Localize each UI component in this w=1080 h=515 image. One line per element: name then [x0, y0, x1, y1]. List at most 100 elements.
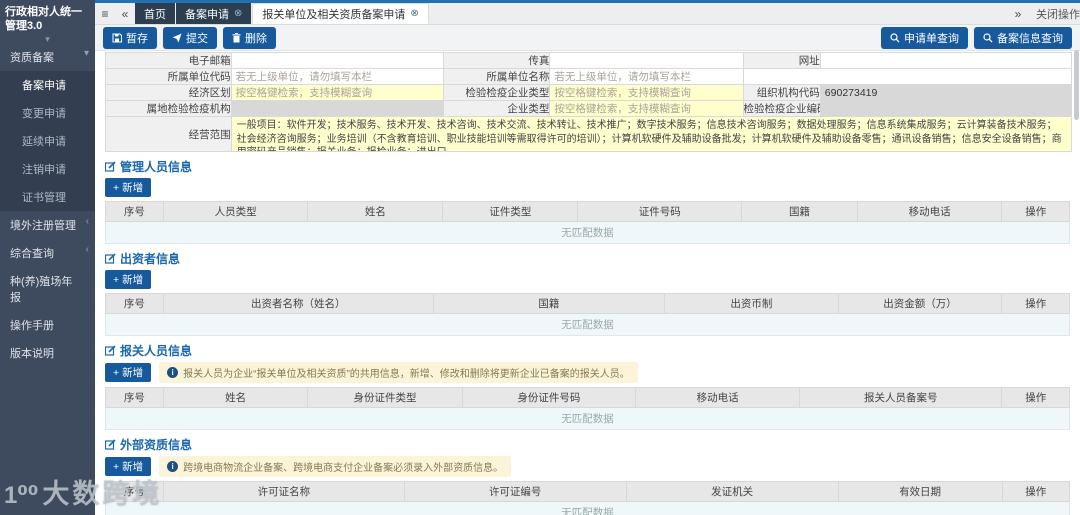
sidebar-item-banben-shuoming[interactable]: 版本说明	[0, 339, 95, 367]
section-title: 管理人员信息	[120, 160, 193, 174]
section-licenses: 外部资质信息 + 新增 i 跨境电商物流企业备案、跨境电商支付企业备案必须录入外部资…	[105, 436, 1070, 515]
business-scope-field[interactable]: 一般项目：软件开发；技术服务、技术开发、技术咨询、技术交流、技术转让、技术推广；…	[231, 117, 1071, 151]
ciq-type-label: 检验检疫企业类型	[443, 84, 551, 101]
col-header: 国籍	[432, 293, 666, 314]
sidebar-item-biangeng-shenqing[interactable]: 变更申请	[0, 99, 95, 127]
application-query-button[interactable]: 申请单查询	[881, 26, 968, 49]
no-data-row: 无匹配数据	[105, 221, 1070, 244]
save-draft-button[interactable]: 暂存	[103, 26, 157, 49]
sidebar-item-label: 备案申请	[22, 79, 66, 92]
tab-beian-shenqing[interactable]: 备案申请 ⊗	[176, 3, 252, 24]
close-operations-dropdown[interactable]: 关闭操作	[1036, 6, 1080, 22]
section-investors: 出资者信息 + 新增 序号 出资者名称（姓名） 国籍 出资币制 出资金额（万） 操…	[105, 250, 1070, 336]
sidebar-item-label: 注销申请	[22, 163, 66, 176]
org-code-field	[820, 85, 1071, 100]
website-field[interactable]	[820, 53, 1071, 68]
sidebar-item-jingwai-zhuce[interactable]: 境外注册管理 ‹	[0, 211, 95, 239]
add-label: 新增	[122, 461, 144, 473]
managers-table: 序号 人员类型 姓名 证件类型 证件号码 国籍 移动电话 操作 无匹配数据	[105, 201, 1070, 244]
scroll-tabs-right-icon[interactable]: »	[1008, 7, 1028, 21]
collapse-sidebar-icon[interactable]: «	[115, 3, 135, 24]
toolbar: 暂存 提交 删除 申请单查询 备案信息查询	[95, 25, 1080, 51]
info-icon: i	[167, 461, 179, 472]
delete-label: 删除	[245, 32, 267, 45]
chevron-left-icon: ‹	[85, 243, 89, 255]
col-header: 出资者名称（姓名）	[162, 293, 434, 314]
col-header: 有效日期	[837, 481, 1003, 502]
edit-section-icon	[105, 439, 116, 450]
section-title: 出资者信息	[120, 252, 181, 266]
close-icon[interactable]: ⊗	[234, 8, 242, 19]
enterprise-type-field[interactable]	[550, 101, 743, 116]
note-text: 报关人员为企业“报关单位及相关资质”的共用信息，新增、修改和删除将更新企业已备案…	[183, 369, 630, 380]
add-investor-button[interactable]: + 新增	[105, 270, 152, 289]
info-icon: i	[167, 367, 179, 378]
content-scroll-area: 电子邮箱 传真 网址 所属单位代码 所属单位名称 经济区划	[95, 52, 1080, 515]
sidebar-item-beian-shenqing[interactable]: 备案申请	[0, 71, 95, 99]
col-header: 序号	[105, 293, 164, 314]
chevron-left-icon: ‹	[85, 215, 89, 227]
edit-section-icon	[105, 253, 116, 264]
app-window: 行政相对人统一管理3.0 ▾ 资质备案 ▾ 备案申请 变更申请 延续申请 注销申…	[0, 0, 1080, 515]
delete-button[interactable]: 删除	[223, 26, 276, 49]
sidebar-item-label: 综合查询	[10, 247, 54, 260]
submit-button[interactable]: 提交	[163, 26, 217, 49]
company-info-form: 电子邮箱 传真 网址 所属单位代码 所属单位名称 经济区划	[105, 52, 1073, 152]
unit-code-label: 所属单位代码	[105, 68, 232, 85]
record-info-query-label: 备案信息查询	[997, 32, 1063, 45]
unit-code-field[interactable]	[231, 69, 444, 84]
add-license-button[interactable]: + 新增	[105, 457, 152, 476]
save-icon	[112, 33, 122, 42]
sidebar-item-yanxu-shenqing[interactable]: 延续申请	[0, 127, 95, 155]
sidebar-item-label: 变更申请	[22, 107, 66, 120]
col-header: 报关人员备案号	[799, 387, 1003, 408]
hamburger-menu-icon[interactable]: ≡	[95, 3, 115, 24]
close-icon[interactable]: ⊗	[410, 8, 418, 19]
sidebar-item-yangzhichang-nianbao[interactable]: 种(养)殖场年报	[0, 267, 95, 311]
investors-table: 序号 出资者名称（姓名） 国籍 出资币制 出资金额（万） 操作 无匹配数据	[105, 293, 1070, 336]
add-manager-button[interactable]: + 新增	[105, 178, 152, 197]
save-label: 暂存	[126, 32, 148, 45]
col-header: 证件号码	[577, 201, 743, 222]
sidebar-item-label: 证书管理	[22, 191, 66, 204]
sidebar-group-label: 资质备案	[10, 51, 54, 64]
sidebar-item-zhuxiao-shenqing[interactable]: 注销申请	[0, 155, 95, 183]
licenses-table: 序号 许可证名称 许可证编号 发证机关 有效日期 操作 无匹配数据	[105, 481, 1070, 515]
col-header: 移动电话	[856, 201, 1003, 222]
tab-home[interactable]: 首页	[135, 3, 175, 24]
tab-bar: ≡ « 首页 备案申请 ⊗ 报关单位及相关资质备案申请 ⊗ » 关闭操作	[95, 3, 1080, 25]
col-header: 许可证名称	[162, 481, 405, 502]
col-header: 国籍	[741, 201, 858, 222]
col-header: 姓名	[307, 201, 444, 222]
col-header: 序号	[105, 387, 164, 408]
sidebar-group-zizhibeian[interactable]: 资质备案 ▾	[0, 43, 95, 71]
email-field[interactable]	[231, 53, 444, 68]
tab-label: 首页	[144, 8, 166, 21]
trash-icon	[232, 32, 241, 42]
fax-field[interactable]	[550, 53, 743, 68]
tab-label: 报关单位及相关资质备案申请	[262, 8, 406, 21]
add-declarant-button[interactable]: + 新增	[105, 363, 152, 382]
plus-icon: +	[113, 460, 120, 473]
col-header: 身份证件号码	[461, 387, 637, 408]
record-info-query-button[interactable]: 备案信息查询	[974, 26, 1072, 49]
main-area: ≡ « 首页 备案申请 ⊗ 报关单位及相关资质备案申请 ⊗ » 关闭操作 暂存	[95, 0, 1080, 515]
tab-baoguan-danwei-active[interactable]: 报关单位及相关资质备案申请 ⊗	[252, 3, 429, 24]
enterprise-type-label: 企业类型	[443, 100, 551, 117]
title-chevron-down-icon: ▾	[45, 33, 50, 44]
col-header: 出资金额（万）	[837, 293, 1003, 314]
sidebar-item-caozuo-shouce[interactable]: 操作手册	[0, 311, 95, 339]
sidebar-item-zonghe-chaxun[interactable]: 综合查询 ‹	[0, 239, 95, 267]
sidebar-item-label: 延续申请	[22, 135, 66, 148]
local-ciq-label: 属地检验检疫机构	[105, 100, 232, 117]
ciq-type-field[interactable]	[550, 85, 743, 100]
ciq-code-field	[820, 101, 1071, 116]
vertical-scrollbar[interactable]	[1074, 50, 1079, 120]
sidebar-item-zhengshu-guanli[interactable]: 证书管理	[0, 183, 95, 211]
col-header: 序号	[105, 481, 164, 502]
col-header: 序号	[105, 201, 164, 222]
col-header: 操作	[1001, 481, 1070, 502]
unit-name-field[interactable]	[550, 69, 743, 84]
economic-zone-field[interactable]	[231, 85, 444, 100]
sidebar-submenu: 备案申请 变更申请 延续申请 注销申请 证书管理	[0, 70, 95, 211]
